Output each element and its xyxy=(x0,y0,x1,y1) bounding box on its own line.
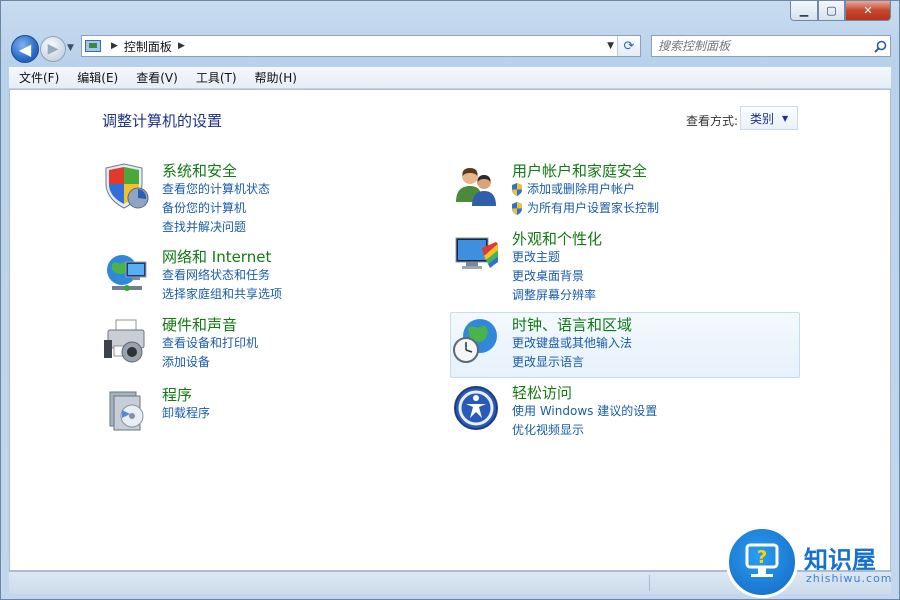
category-appearance: 外观和个性化 更改主题 更改桌面背景 调整屏幕分辨率 xyxy=(452,228,792,302)
close-button[interactable]: ✕ xyxy=(845,1,891,21)
monitor-icon[interactable] xyxy=(452,230,500,278)
category-title[interactable]: 外观和个性化 xyxy=(512,228,602,249)
address-dropdown-icon[interactable]: ▼ xyxy=(607,41,614,51)
content-pane: 调整计算机的设置 查看方式: 类别 ▼ 系统和安全 查看您的计算机状态 备份您的… xyxy=(9,89,891,571)
view-by-label: 查看方式: xyxy=(686,114,739,128)
breadcrumb-control-panel[interactable]: 控制面板 xyxy=(124,38,172,55)
control-panel-window: ▁ ▢ ✕ ◀ ▶ ▼ ▶ 控制面板 ▶ ▼ ⟳ 文件(F) 编辑(E) 查看(… xyxy=(0,0,900,600)
watermark-name: 知识屋 xyxy=(804,546,876,574)
category-title[interactable]: 用户帐户和家庭安全 xyxy=(512,160,647,181)
menu-tools[interactable]: 工具(T) xyxy=(186,69,245,86)
link-add-device[interactable]: 添加设备 xyxy=(162,353,258,372)
globe-clock-icon[interactable] xyxy=(452,316,500,364)
uac-shield-icon xyxy=(512,183,522,196)
programs-icon[interactable] xyxy=(102,386,150,434)
link-label: 添加或删除用户帐户 xyxy=(527,182,636,196)
category-title[interactable]: 网络和 Internet xyxy=(162,246,271,267)
category-title[interactable]: 硬件和声音 xyxy=(162,314,237,335)
svg-text:?: ? xyxy=(757,547,767,568)
link-network-status[interactable]: 查看网络状态和任务 xyxy=(162,266,282,285)
menu-view[interactable]: 查看(V) xyxy=(126,69,186,86)
link-view-computer-status[interactable]: 查看您的计算机状态 xyxy=(162,180,270,199)
link-homegroup[interactable]: 选择家庭组和共享选项 xyxy=(162,285,282,304)
view-by-value: 类别 xyxy=(750,111,775,126)
status-divider xyxy=(649,575,650,591)
category-ease-of-access: 轻松访问 使用 Windows 建议的设置 优化视频显示 xyxy=(452,382,792,438)
category-title[interactable]: 系统和安全 xyxy=(162,160,237,181)
link-optimize-visual-display[interactable]: 优化视频显示 xyxy=(512,421,657,440)
category-title[interactable]: 轻松访问 xyxy=(512,382,572,403)
link-uninstall-program[interactable]: 卸载程序 xyxy=(162,404,210,423)
category-system-security: 系统和安全 查看您的计算机状态 备份您的计算机 查找并解决问题 xyxy=(102,160,402,234)
network-icon[interactable] xyxy=(102,248,150,296)
link-devices-printers[interactable]: 查看设备和打印机 xyxy=(162,334,258,353)
search-input[interactable] xyxy=(652,38,870,54)
link-parental-controls[interactable]: 为所有用户设置家长控制 xyxy=(512,199,659,218)
refresh-button[interactable]: ⟳ xyxy=(617,36,640,56)
category-programs: 程序 卸载程序 xyxy=(102,384,402,434)
control-panel-icon xyxy=(85,40,101,52)
window-controls: ▁ ▢ ✕ xyxy=(790,1,891,21)
address-bar[interactable]: ▶ 控制面板 ▶ ▼ ⟳ xyxy=(81,35,641,57)
page-title: 调整计算机的设置 xyxy=(102,112,223,130)
link-backup-computer[interactable]: 备份您的计算机 xyxy=(162,199,270,218)
link-label: 为所有用户设置家长控制 xyxy=(527,201,660,215)
menu-edit[interactable]: 编辑(E) xyxy=(67,69,126,86)
breadcrumb-separator[interactable]: ▶ xyxy=(178,41,185,51)
watermark-logo: ? 知识屋 zhishiwu.com xyxy=(724,524,900,600)
watermark-url: zhishiwu.com xyxy=(806,572,893,585)
category-user-accounts: 用户帐户和家庭安全 添加或删除用户帐户 为所有用户设置家长控制 xyxy=(452,160,792,216)
category-clock-language-region: 时钟、语言和区域 更改键盘或其他输入法 更改显示语言 xyxy=(452,314,792,370)
link-change-display-language[interactable]: 更改显示语言 xyxy=(512,353,632,372)
search-icon[interactable] xyxy=(870,36,890,56)
navigation-bar: ◀ ▶ ▼ ▶ 控制面板 ▶ ▼ ⟳ xyxy=(1,31,899,63)
accessibility-icon[interactable] xyxy=(452,384,500,432)
breadcrumb-separator[interactable]: ▶ xyxy=(111,41,118,51)
menu-file[interactable]: 文件(F) xyxy=(9,69,67,86)
menu-bar: 文件(F) 编辑(E) 查看(V) 工具(T) 帮助(H) xyxy=(9,67,891,89)
back-button[interactable]: ◀ xyxy=(11,35,39,63)
link-change-theme[interactable]: 更改主题 xyxy=(512,248,596,267)
users-icon[interactable] xyxy=(452,162,500,210)
search-box[interactable] xyxy=(651,35,891,57)
category-hardware-sound: 硬件和声音 查看设备和打印机 添加设备 xyxy=(102,314,402,370)
view-by-dropdown[interactable]: 类别 ▼ xyxy=(740,106,798,130)
link-desktop-background[interactable]: 更改桌面背景 xyxy=(512,267,596,286)
uac-shield-icon xyxy=(512,202,522,215)
minimize-button[interactable]: ▁ xyxy=(790,1,818,21)
link-change-keyboard[interactable]: 更改键盘或其他输入法 xyxy=(512,334,632,353)
link-windows-recommended-settings[interactable]: 使用 Windows 建议的设置 xyxy=(512,402,657,421)
link-troubleshoot[interactable]: 查找并解决问题 xyxy=(162,218,270,237)
category-title[interactable]: 程序 xyxy=(162,384,192,405)
menu-help[interactable]: 帮助(H) xyxy=(245,69,305,86)
category-title[interactable]: 时钟、语言和区域 xyxy=(512,314,632,335)
forward-button[interactable]: ▶ xyxy=(40,36,66,62)
printer-icon[interactable] xyxy=(102,316,150,364)
recent-pages-dropdown-icon[interactable]: ▼ xyxy=(67,43,74,53)
question-monitor-icon: ? xyxy=(726,526,798,598)
link-add-remove-accounts[interactable]: 添加或删除用户帐户 xyxy=(512,180,659,199)
category-network-internet: 网络和 Internet 查看网络状态和任务 选择家庭组和共享选项 xyxy=(102,246,402,302)
maximize-button[interactable]: ▢ xyxy=(818,1,845,21)
link-screen-resolution[interactable]: 调整屏幕分辨率 xyxy=(512,286,596,305)
shield-icon[interactable] xyxy=(102,162,150,210)
chevron-down-icon: ▼ xyxy=(782,113,789,123)
